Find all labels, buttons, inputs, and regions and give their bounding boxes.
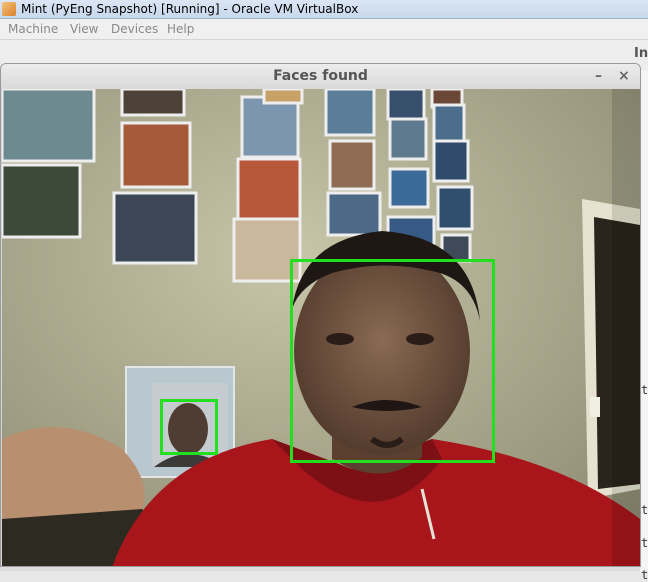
minimize-icon[interactable]: – xyxy=(595,64,602,88)
light-switch xyxy=(590,397,600,417)
host-title-bar[interactable]: Mint (PyEng Snapshot) [Running] - Oracle… xyxy=(0,0,648,19)
terminal-glyph: t xyxy=(641,383,648,397)
host-menu-bar: Machine View Devices Help xyxy=(0,19,648,40)
background-terminal-strip: t t t t xyxy=(640,70,648,582)
terminal-glyph: t xyxy=(641,536,648,550)
menu-view[interactable]: View xyxy=(70,19,98,39)
terminal-glyph: t xyxy=(641,503,648,517)
face-detection-box xyxy=(290,259,495,463)
faces-window-title: Faces found xyxy=(273,68,368,84)
close-icon[interactable]: × xyxy=(618,64,630,88)
background-window-text: In xyxy=(634,46,648,61)
terminal-glyph: t xyxy=(641,568,648,582)
camera-frame xyxy=(2,89,640,566)
face-detection-box xyxy=(160,399,218,455)
faces-window-title-bar[interactable]: Faces found – × xyxy=(1,64,640,90)
virtualbox-app-icon xyxy=(2,2,16,16)
menu-devices[interactable]: Devices xyxy=(111,19,158,39)
vignette xyxy=(612,89,640,566)
menu-help[interactable]: Help xyxy=(167,19,194,39)
host-window-title: Mint (PyEng Snapshot) [Running] - Oracle… xyxy=(21,2,359,16)
menu-machine[interactable]: Machine xyxy=(8,19,58,39)
faces-found-window: Faces found – × xyxy=(0,63,641,567)
